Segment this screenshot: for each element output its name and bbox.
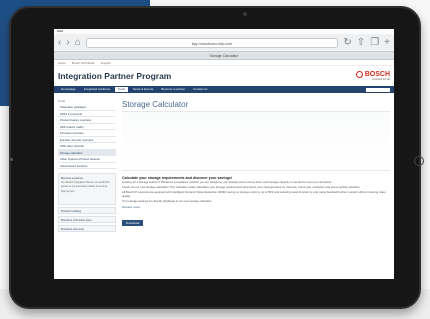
nav-tools[interactable]: Tools [114,87,128,92]
home-button[interactable] [414,156,424,166]
paragraph: Your storage savings are directly displa… [122,198,213,203]
nav-contact-us[interactable]: Contact us [190,87,210,92]
plus-icon[interactable]: + [384,37,390,48]
paragraph: Looking for a storage solution? Whatever… [122,180,332,184]
ipad-screen: iPad ‹ › ⌂ bpp.boschsecurity.com ↻ ⇧ ❐ +… [54,29,394,279]
partner-box-text: As a Bosch Integration Partner, you prof… [61,181,111,188]
paragraph: Check out our new storage calculator! Th… [122,185,361,190]
partner-box-link[interactable]: Sign up here [61,190,113,194]
back-arrow-icon[interactable]: ‹ [58,37,61,48]
book-icon[interactable]: ⌂ [75,37,81,48]
page-body: Tools Integration packages SDKs & protoc… [54,98,394,232]
site-header: Integration Partner Program BOSCH Invent… [54,66,394,86]
nav-become-partner[interactable]: Become a partner [158,87,188,92]
download-button[interactable]: Download [122,220,144,227]
share-icon[interactable]: ⇧ [357,37,365,48]
bookmark-item[interactable]: Apple [58,60,66,65]
brand-name: BOSCH [364,71,390,78]
tabs-icon[interactable]: ❐ [370,37,379,48]
site-search-input[interactable] [366,87,390,92]
browser-toolbar: ‹ › ⌂ bpp.boschsecurity.com ↻ ⇧ ❐ + [54,34,394,52]
paragraph: All Bosch IP cameras are equipped with I… [122,190,386,198]
side-sensor [10,158,13,161]
nav-integrated-solutions[interactable]: Integrated solutions [81,87,113,92]
bosch-armature-icon [355,71,363,78]
bookmark-item[interactable]: Bosch Worldwide [72,60,95,65]
reload-icon[interactable]: ↻ [343,37,351,48]
page-title: Storage Calculator [122,100,189,109]
forward-arrow-icon[interactable]: › [66,37,69,48]
bosch-logo[interactable]: BOSCH Invented for life [355,71,390,81]
release-notes-link[interactable]: Release notes [122,205,390,209]
url-text: bpp.boschsecurity.com [191,40,233,46]
brand-tagline: Invented for life [372,78,390,81]
partner-box: Become a partner As a Bosch Integration … [58,173,116,205]
bookmark-item[interactable]: English [101,60,111,65]
tab-bar[interactable]: Storage Calculator [54,52,394,60]
main-nav: Homepage Integrated solutions Tools News… [54,86,394,93]
partner-box-title: Become a partner [61,176,84,180]
sidebar-brochure-us[interactable]: Brochure (US letter size) [58,216,116,223]
sidebar-brochure-a4[interactable]: Brochure (A4 size) [58,225,116,232]
nav-news-events[interactable]: News & Events [130,87,156,92]
address-bar[interactable]: bpp.boschsecurity.com [85,37,339,48]
nav-homepage[interactable]: Homepage [58,87,79,92]
sidebar-product-catalog[interactable]: Product Catalog [58,207,116,214]
main-content: Storage Calculator Calculate your storag… [116,98,390,232]
status-device-label: iPad [57,29,64,33]
site-title: Integration Partner Program [58,71,172,81]
sidebar-item-cloud-services[interactable]: Cloud-based Services [58,163,116,169]
hero-image [122,111,390,171]
sidebar: Tools Integration packages SDKs & protoc… [58,98,116,232]
tab-title: Storage Calculator [209,54,239,58]
front-camera [243,12,247,16]
